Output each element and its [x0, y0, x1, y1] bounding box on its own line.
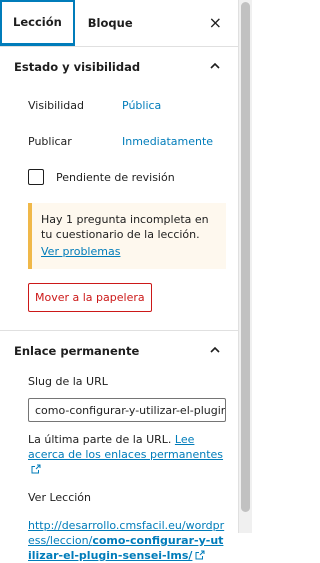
external-link-icon	[31, 464, 41, 474]
pending-review-label[interactable]: Pendiente de revisión	[56, 171, 175, 184]
tab-bloque[interactable]: Bloque	[75, 0, 146, 46]
slug-label: Slug de la URL	[28, 375, 108, 388]
close-icon[interactable]: ×	[209, 15, 222, 31]
publish-label: Publicar	[28, 134, 72, 148]
pending-review-checkbox[interactable]	[28, 169, 44, 185]
section-title: Estado y visibilidad	[14, 60, 141, 74]
view-lesson-label: Ver Lección	[28, 491, 92, 504]
sidebar-tabs: Lección Bloque ×	[0, 0, 238, 47]
publish-value-link[interactable]: Inmediatamente	[122, 135, 213, 148]
permalink-toggle[interactable]: Enlace permanente	[0, 331, 238, 371]
notice-text: Hay 1 pregunta incompleta en tu cuestion…	[41, 213, 209, 241]
visibility-value-link[interactable]: Pública	[122, 99, 161, 112]
status-visibility-section: Estado y visibilidad Visibilidad Pública…	[0, 47, 238, 331]
permalink-section: Enlace permanente Slug de la URL como-co…	[0, 331, 238, 563]
tab-leccion[interactable]: Lección	[0, 0, 75, 46]
url-slug-input[interactable]: como-configurar-y-utilizar-el-plugin-sen	[28, 398, 226, 422]
visibility-label: Visibilidad	[28, 98, 84, 112]
move-to-trash-button[interactable]: Mover a la papelera	[28, 283, 152, 312]
warning-notice: Hay 1 pregunta incompleta en tu cuestion…	[28, 203, 226, 269]
permalink-help: La última parte de la URL. Lee acerca de…	[0, 422, 238, 477]
scrollbar-thumb[interactable]	[241, 2, 250, 512]
visibility-row: Visibilidad Pública	[0, 87, 238, 123]
section-title: Enlace permanente	[14, 344, 140, 358]
external-link-icon	[195, 550, 205, 560]
sidebar-scrollbar[interactable]	[239, 0, 252, 533]
status-visibility-toggle[interactable]: Estado y visibilidad	[0, 47, 238, 87]
help-text: La última parte de la URL.	[28, 433, 172, 446]
chevron-up-icon	[210, 346, 220, 353]
pending-review-row: Pendiente de revisión	[0, 159, 238, 195]
lesson-permalink: http://desarrollo.cmsfacil.eu/wordpress/…	[0, 504, 238, 563]
chevron-up-icon	[210, 62, 220, 69]
view-problems-link[interactable]: Ver problemas	[41, 244, 216, 259]
settings-sidebar: Lección Bloque × Estado y visibilidad Vi…	[0, 0, 239, 562]
publish-row: Publicar Inmediatamente	[0, 123, 238, 159]
